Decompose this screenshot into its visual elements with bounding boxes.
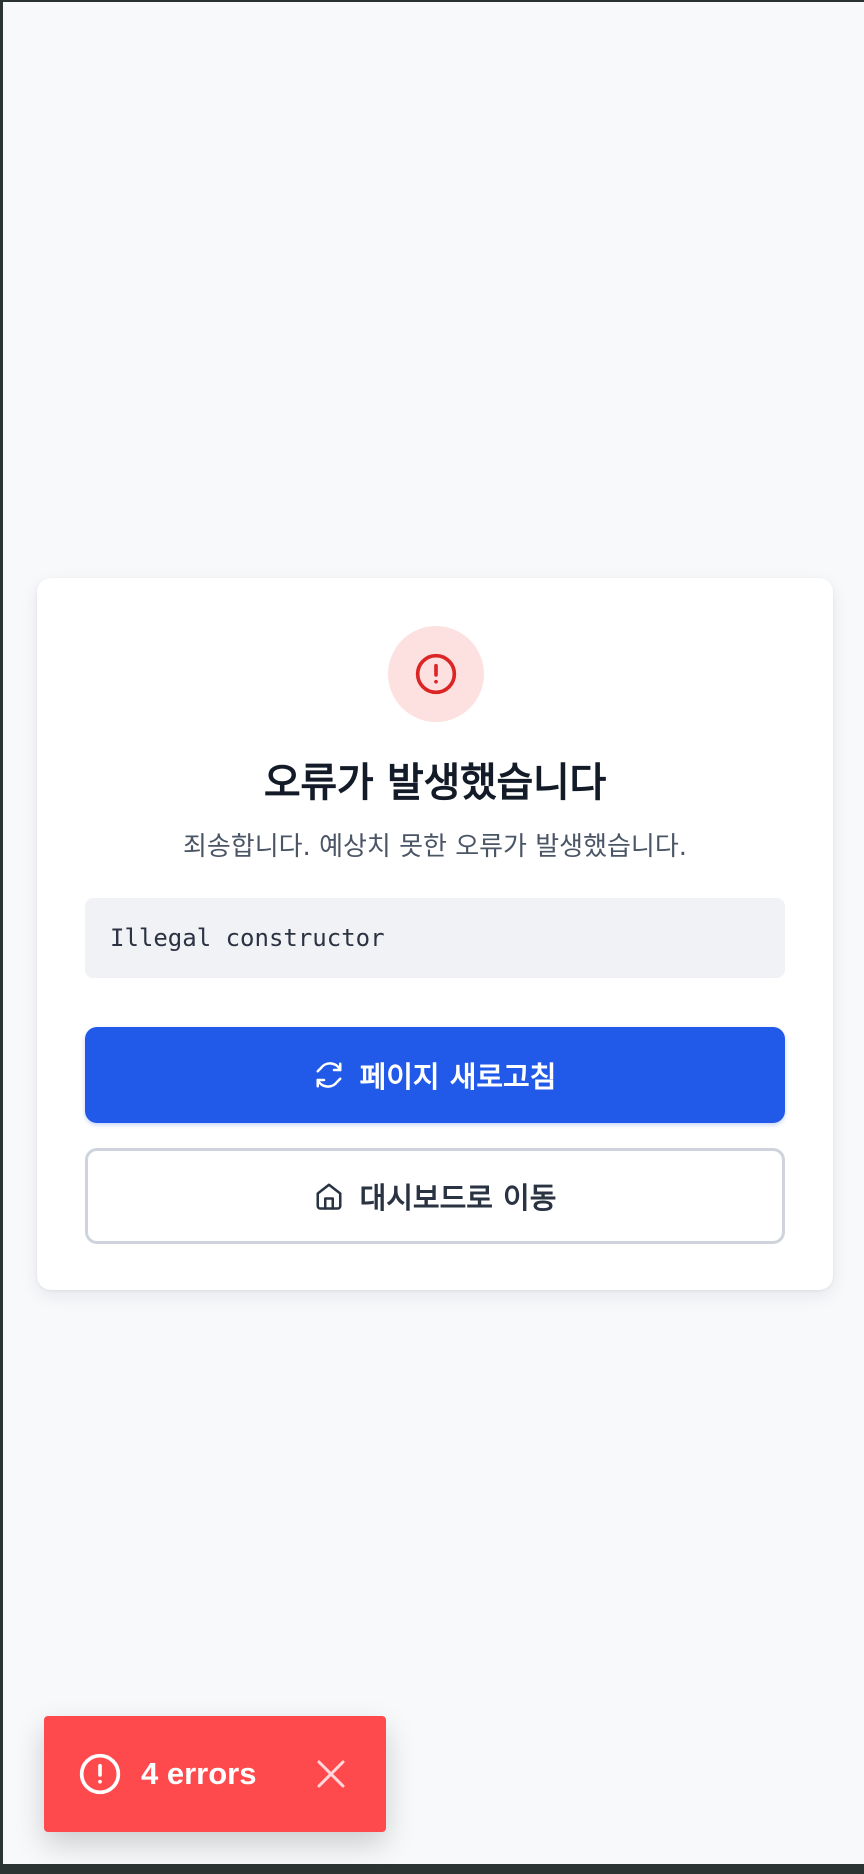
go-to-dashboard-label: 대시보드로 이동 <box>359 1181 557 1215</box>
error-card: 오류가 발생했습니다 죄송합니다. 예상치 못한 오류가 발생했습니다. Ill… <box>37 578 833 1290</box>
error-toast[interactable]: 4 errors <box>44 1716 386 1832</box>
alert-circle-icon <box>79 1753 121 1795</box>
app-viewport: 오류가 발생했습니다 죄송합니다. 예상치 못한 오류가 발생했습니다. Ill… <box>3 2 864 1864</box>
error-icon-badge <box>388 626 484 722</box>
error-message-box: Illegal constructor <box>85 898 785 978</box>
error-message: Illegal constructor <box>110 924 385 952</box>
page-title: 오류가 발생했습니다 <box>263 760 607 806</box>
refresh-icon <box>316 1062 342 1088</box>
refresh-page-button[interactable]: 페이지 새로고침 <box>85 1027 785 1123</box>
page-subtitle: 죄송합니다. 예상치 못한 오류가 발생했습니다. <box>182 832 688 862</box>
close-icon[interactable] <box>313 1756 349 1792</box>
refresh-page-label: 페이지 새로고침 <box>359 1060 557 1094</box>
go-to-dashboard-button[interactable]: 대시보드로 이동 <box>85 1148 785 1244</box>
error-count-label: 4 errors <box>141 1756 257 1791</box>
alert-circle-icon <box>415 653 457 695</box>
home-icon <box>316 1183 342 1210</box>
